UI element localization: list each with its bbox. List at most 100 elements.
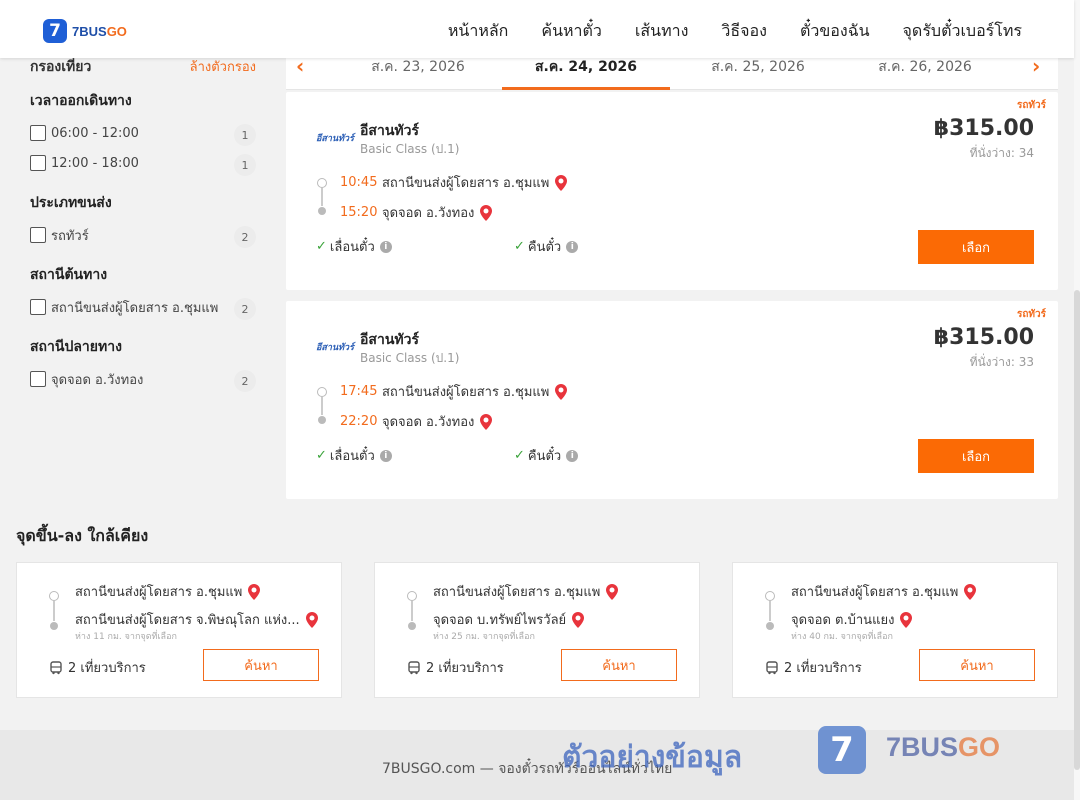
nearby-from-label: สถานีขนส่งผู้โดยสาร อ.ชุมแพ [75,585,243,600]
nav-routes[interactable]: เส้นทาง [635,19,689,44]
checkbox[interactable] [30,371,46,387]
map-pin-icon[interactable] [964,583,977,600]
map-pin-icon[interactable] [480,413,493,430]
filter-option[interactable]: รถทัวร์ 2 [30,220,256,250]
filter-option-label: รถทัวร์ [51,228,89,244]
feature-refund: ✓ คืนตั๋ว i [514,445,579,466]
trip-price: ฿315.00 [933,116,1034,141]
nearby-distance: ห่าง 40 กม. จากจุดที่เลือก [791,632,893,642]
nearby-trips: 2 เที่ยวบริการ [49,657,146,678]
nearby-from-label: สถานีขนส่งผู้โดยสาร อ.ชุมแพ [791,585,959,600]
check-icon: ✓ [514,239,525,254]
route-timeline [765,585,775,630]
nearby-card: สถานีขนส่งผู้โดยสาร อ.ชุมแพ สถานีขนส่งผู… [16,562,342,698]
nav-home[interactable]: หน้าหลัก [448,19,509,44]
trip-card: รถทัวร์ อีสานทัวร์ อีสานทัวร์ Basic Clas… [286,92,1058,290]
nearby-from-label: สถานีขนส่งผู้โดยสาร อ.ชุมแพ [433,585,601,600]
nearby-to: จุดจอด ต.บ้านแยง [791,609,913,630]
filter-header: กรองเที่ยว ล้างตัวกรอง [30,56,256,76]
feature-label: เลื่อนตั๋ว [329,240,375,255]
logo-text: 7BUSGO [72,23,127,39]
filter-option-label: 12:00 - 18:00 [51,155,139,171]
map-pin-icon[interactable] [572,611,585,628]
date-tab-active[interactable]: ส.ค. 24, 2026 [502,56,670,90]
route-timeline [317,381,327,424]
filter-option[interactable]: จุดจอด อ.วังทอง 2 [30,364,256,394]
info-icon[interactable]: i [566,240,579,253]
nearby-search-button[interactable]: ค้นหา [919,649,1035,681]
check-icon: ✓ [316,448,327,463]
map-pin-icon[interactable] [248,583,261,600]
trip-card: รถทัวร์ อีสานทัวร์ อีสานทัวร์ Basic Clas… [286,301,1058,499]
map-pin-icon[interactable] [305,611,318,628]
filter-title: กรองเที่ยว [30,59,92,75]
select-trip-button[interactable]: เลือก [918,230,1034,264]
checkbox[interactable] [30,155,46,171]
date-tab[interactable]: ส.ค. 25, 2026 [674,56,842,90]
map-pin-icon[interactable] [555,383,568,400]
bus-class: Basic Class (ป.1) [360,142,460,156]
map-pin-icon[interactable] [606,583,619,600]
transport-tag: รถทัวร์ [1016,309,1046,320]
select-trip-button[interactable]: เลือก [918,439,1034,473]
filter-group-title-origin: สถานีต้นทาง [30,267,108,283]
filter-option-label: สถานีขนส่งผู้โดยสาร อ.ชุมแพ [51,300,219,316]
route-timeline [49,585,59,630]
site-logo[interactable]: 7 7BUSGO [43,19,127,43]
nearby-trips: 2 เที่ยวบริการ [765,657,862,678]
feature-refund: ✓ คืนตั๋ว i [514,236,579,257]
map-pin-icon[interactable] [480,204,493,221]
nearby-search-button[interactable]: ค้นหา [203,649,319,681]
nearby-card: สถานีขนส่งผู้โดยสาร อ.ชุมแพ จุดจอด ต.บ้า… [732,562,1058,698]
count-badge: 2 [234,370,256,392]
operator-logo: อีสานทัวร์ [316,134,354,144]
arrival-time: 22:20 [340,414,378,429]
date-tab[interactable]: ส.ค. 23, 2026 [334,56,502,90]
operator-logo: อีสานทัวร์ [316,343,354,353]
departure-station: สถานีขนส่งผู้โดยสาร อ.ชุมแพ [382,385,550,400]
filter-option-label: จุดจอด อ.วังทอง [51,372,144,388]
arrival-station: จุดจอด อ.วังทอง [382,206,475,221]
nearby-search-button[interactable]: ค้นหา [561,649,677,681]
bus-icon [408,660,420,674]
nearby-section-title: จุดขึ้น-ลง ใกล้เคียง [16,526,149,545]
nearby-to-label: จุดจอด ต.บ้านแยง [791,613,895,628]
checkbox[interactable] [30,125,46,141]
filter-option[interactable]: 12:00 - 18:00 1 [30,148,256,178]
scrollbar-thumb[interactable] [1074,290,1080,770]
nearby-distance: ห่าง 25 กม. จากจุดที่เลือก [433,632,535,642]
arrival-stop: 15:20 จุดจอด อ.วังทอง [340,202,493,223]
bus-class: Basic Class (ป.1) [360,351,460,365]
nearby-to-label: สถานีขนส่งผู้โดยสาร จ.พิษณุโลก แห่ง... [75,613,300,628]
date-tab[interactable]: ส.ค. 26, 2026 [841,56,1009,90]
map-pin-icon[interactable] [555,174,568,191]
nearby-to: สถานีขนส่งผู้โดยสาร จ.พิษณุโลก แห่ง... [75,609,318,630]
nearby-trips-label: 2 เที่ยวบริการ [784,661,862,676]
nav-my-tickets[interactable]: ตั๋วของฉัน [800,19,870,44]
page-scrollbar[interactable] [1074,0,1080,800]
count-badge: 1 [234,124,256,146]
filter-option[interactable]: 06:00 - 12:00 1 [30,118,256,148]
departure-time: 10:45 [340,175,378,190]
info-icon[interactable]: i [379,449,392,462]
count-badge: 1 [234,154,256,176]
checkbox[interactable] [30,227,46,243]
feature-label: คืนตั๋ว [527,240,562,255]
checkbox[interactable] [30,299,46,315]
info-icon[interactable]: i [379,240,392,253]
nearby-card: สถานีขนส่งผู้โดยสาร อ.ชุมแพ จุดจอด บ.ทรั… [374,562,700,698]
departure-stop: 10:45 สถานีขนส่งผู้โดยสาร อ.ชุมแพ [340,172,568,193]
nearby-trips-label: 2 เที่ยวบริการ [68,661,146,676]
nav-search-tickets[interactable]: ค้นหาตั๋ว [541,19,602,44]
check-icon: ✓ [514,448,525,463]
nav-ticket-points[interactable]: จุดรับตั๋วเบอร์โทร [903,19,1022,44]
seats-available: ที่นั่งว่าง: 34 [969,146,1034,160]
info-icon[interactable]: i [566,449,579,462]
arrival-stop: 22:20 จุดจอด อ.วังทอง [340,411,493,432]
check-icon: ✓ [316,239,327,254]
nav-how-to-book[interactable]: วิธีจอง [721,19,767,44]
clear-filters-link[interactable]: ล้างตัวกรอง [190,56,256,76]
map-pin-icon[interactable] [900,611,913,628]
nearby-from: สถานีขนส่งผู้โดยสาร อ.ชุมแพ [75,581,261,602]
filter-option[interactable]: สถานีขนส่งผู้โดยสาร อ.ชุมแพ 2 [30,292,256,322]
